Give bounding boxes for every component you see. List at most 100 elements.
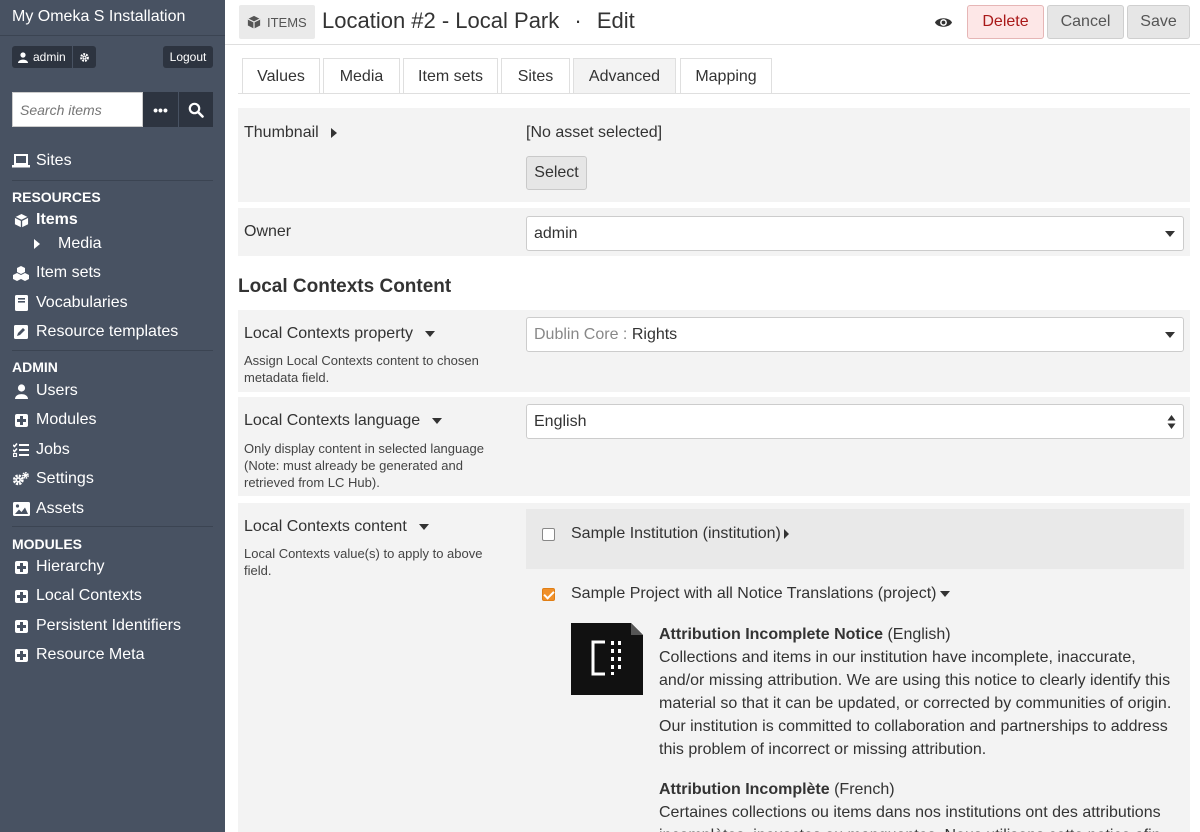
tab-media[interactable]: Media (323, 58, 400, 94)
divider (0, 35, 225, 36)
plus-square-icon (12, 647, 30, 663)
sidebar-item-vocabularies[interactable]: Vocabularies (12, 294, 128, 312)
lc-property-select[interactable]: Dublin Core : Rights (526, 317, 1184, 352)
lc-property-label-text: Local Contexts property (244, 325, 413, 342)
sidebar-item-label: Assets (36, 500, 85, 517)
sidebar-item-label: Resource templates (36, 323, 179, 340)
lc-property-colon: : (618, 325, 632, 343)
chevron-down-icon (1165, 332, 1175, 338)
plus-square-icon (12, 618, 30, 634)
lc-content-label-text: Local Contexts content (244, 518, 407, 535)
gears-icon (12, 471, 30, 487)
section-heading-admin: ADMIN (12, 359, 58, 375)
search-options-button[interactable]: ••• (143, 92, 178, 127)
lc-language-label[interactable]: Local Contexts language (244, 412, 443, 430)
lc-property-term: Rights (631, 325, 678, 343)
thumbnail-label-text: Thumbnail (244, 124, 319, 141)
project-checkbox[interactable] (542, 587, 555, 601)
sidebar-item-label: Vocabularies (36, 294, 128, 311)
caret-down-icon (940, 591, 951, 597)
sidebar-item-label: Item sets (36, 264, 101, 281)
sidebar-item-local-contexts[interactable]: Local Contexts (12, 587, 142, 605)
title-separator: · (574, 8, 582, 33)
cube-icon (247, 15, 261, 29)
thumbnail-value: [No asset selected] (526, 124, 663, 141)
plus-square-icon (12, 559, 30, 575)
divider (12, 526, 213, 527)
save-button[interactable]: Save (1127, 5, 1190, 39)
section-heading-modules: MODULES (12, 536, 82, 552)
select-asset-button[interactable]: Select (526, 156, 587, 190)
lc-content-label[interactable]: Local Contexts content (244, 518, 429, 536)
sidebar-item-hierarchy[interactable]: Hierarchy (12, 558, 104, 576)
user-chip[interactable]: admin (12, 46, 96, 68)
divider (238, 93, 1190, 94)
sidebar-item-settings[interactable]: Settings (12, 470, 94, 488)
caret-down-icon (418, 524, 429, 530)
owner-select-value: admin (534, 224, 578, 242)
sidebar-item-resource-meta[interactable]: Resource Meta (12, 646, 145, 664)
sidebar-item-assets[interactable]: Assets (12, 500, 84, 518)
lc-language-label-text: Local Contexts language (244, 412, 421, 429)
project-row[interactable]: Sample Project with all Notice Translati… (526, 585, 1184, 603)
installation-title[interactable]: My Omeka S Installation (12, 8, 185, 26)
sidebar-item-users[interactable]: Users (12, 382, 78, 400)
logout-button[interactable]: Logout (163, 46, 213, 68)
chevron-down-icon (1165, 231, 1175, 237)
book-icon (12, 295, 30, 311)
eye-icon[interactable] (934, 13, 953, 32)
sidebar-item-label: Local Contexts (36, 587, 142, 604)
caret-right-icon (330, 128, 337, 138)
plus-square-icon (12, 412, 30, 428)
sidebar-item-jobs[interactable]: Jobs (12, 441, 70, 459)
select-arrows-icon (1167, 415, 1176, 429)
field-lc-property: Local Contexts property Assign Local Con… (238, 310, 1190, 392)
sidebar-item-label: Sites (36, 152, 72, 169)
sidebar-item-sites[interactable]: Sites (12, 152, 72, 170)
sidebar-item-persistent-identifiers[interactable]: Persistent Identifiers (12, 617, 181, 635)
lc-property-label[interactable]: Local Contexts property (244, 325, 435, 343)
sidebar-item-items[interactable]: Items (12, 211, 78, 229)
sidebar-item-label: Media (58, 235, 102, 252)
item-title: Location #2 - Local Park (322, 8, 560, 33)
tab-advanced[interactable]: Advanced (573, 58, 676, 94)
sidebar-item-resource-templates[interactable]: Resource templates (12, 323, 178, 341)
sidebar-item-media[interactable]: Media (34, 235, 102, 253)
user-icon (12, 383, 30, 399)
notice-title: Attribution Incomplète (659, 781, 830, 798)
owner-label: Owner (244, 223, 292, 240)
institution-row[interactable]: Sample Institution (institution) (526, 525, 1184, 543)
notice-french: Attribution Incomplète (French) Certaine… (659, 780, 1179, 832)
field-thumbnail: Thumbnail [No asset selected] Select (238, 108, 1190, 202)
page-action: Edit (596, 8, 635, 33)
cancel-button[interactable]: Cancel (1047, 5, 1124, 39)
items-badge[interactable]: ITEMS (239, 5, 315, 39)
institution-label: Sample Institution (institution) (571, 525, 781, 542)
page-title: Location #2 - Local Park · Edit (322, 8, 635, 34)
sidebar-item-modules[interactable]: Modules (12, 411, 96, 429)
tab-values[interactable]: Values (242, 58, 320, 94)
thumbnail-label[interactable]: Thumbnail (244, 124, 337, 142)
notice-english: Attribution Incomplete Notice (English) … (659, 625, 1179, 761)
lc-language-select[interactable]: English (526, 404, 1184, 439)
caret-down-icon (432, 418, 443, 424)
lc-language-description: Only display content in selected languag… (244, 441, 484, 490)
notice-language: (French) (829, 781, 895, 798)
search-button[interactable] (179, 92, 213, 127)
gear-icon[interactable] (79, 52, 90, 63)
cube-icon (12, 212, 30, 228)
sidebar-item-label: Persistent Identifiers (36, 617, 181, 634)
tab-item-sets[interactable]: Item sets (403, 58, 498, 94)
tab-mapping[interactable]: Mapping (680, 58, 772, 94)
institution-checkbox[interactable] (542, 527, 555, 541)
divider (12, 180, 213, 181)
sidebar-item-label: Settings (36, 470, 94, 487)
delete-button[interactable]: Delete (967, 5, 1044, 39)
sidebar-item-label: Users (36, 382, 78, 399)
owner-select[interactable]: admin (526, 216, 1184, 251)
user-name[interactable]: admin (33, 50, 66, 64)
tab-sites[interactable]: Sites (501, 58, 570, 94)
sidebar-item-item-sets[interactable]: Item sets (12, 264, 101, 282)
caret-right-icon (783, 529, 789, 539)
search-input[interactable] (12, 92, 143, 127)
